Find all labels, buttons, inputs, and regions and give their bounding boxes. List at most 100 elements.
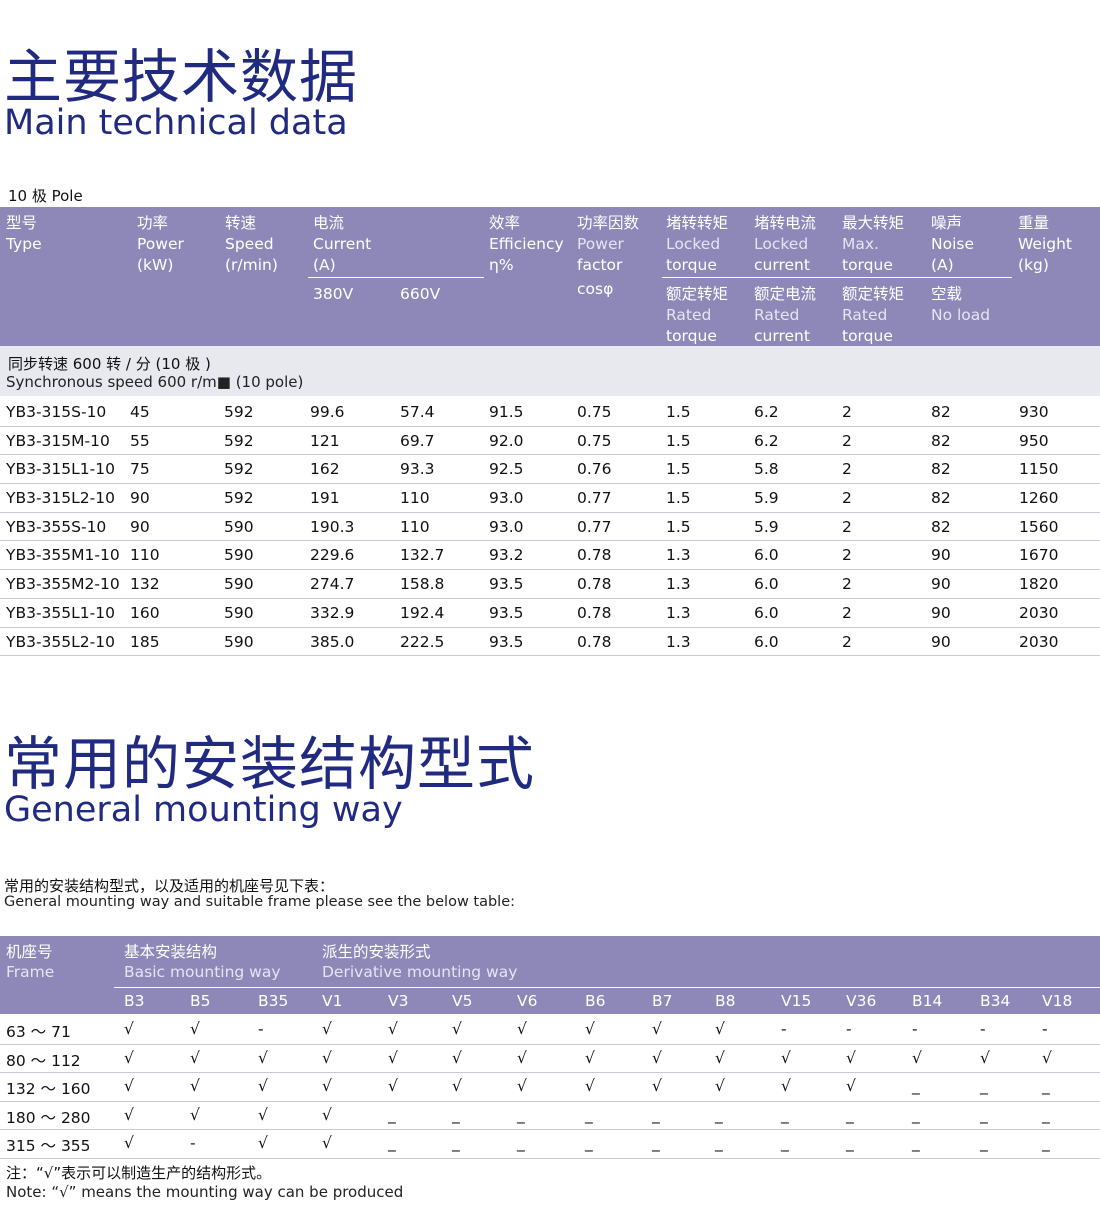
cell-current-380v: 162	[310, 460, 340, 479]
cell-locked-current-ratio: 6.0	[754, 546, 779, 565]
cell-mount-mark: √	[781, 1077, 791, 1096]
cell-mount-mark: _	[1042, 1105, 1050, 1124]
cell-efficiency: 92.0	[489, 431, 524, 450]
cell-current-380v: 99.6	[310, 403, 345, 421]
cell-mount-mark: √	[190, 1048, 200, 1067]
col-frame: 机座号 Frame	[6, 943, 55, 981]
table-row: 180 ～ 280 √ √ √ √ _ _ _ _ _ _ _ _ _ _ _	[0, 1102, 1100, 1131]
cell-locked-current-ratio: 6.2	[754, 431, 779, 450]
note-cn: 注：“√”表示可以制造生产的结构形式。	[6, 1164, 272, 1182]
cell-noise: 82	[931, 403, 951, 421]
cell-mount-mark: √	[846, 1077, 856, 1096]
cell-current-380v: 121	[310, 431, 340, 450]
cell-efficiency: 92.5	[489, 460, 524, 479]
cell-power: 90	[130, 489, 150, 508]
col-mount-v6: V6	[517, 992, 538, 1010]
cell-mount-mark: _	[846, 1105, 854, 1124]
section1-title-en: Main technical data	[4, 103, 348, 143]
cell-mount-mark: √	[124, 1048, 134, 1067]
cell-mount-mark: √	[388, 1048, 398, 1067]
cell-max-torque-ratio: 2	[842, 460, 852, 479]
cell-mount-mark: -	[258, 1020, 264, 1038]
cell-mount-mark: √	[258, 1134, 268, 1153]
cell-current-380v: 190.3	[310, 517, 355, 536]
col-mount-v3: V3	[388, 992, 409, 1010]
cell-mount-mark: _	[980, 1077, 988, 1096]
cell-power-factor: 0.77	[577, 489, 612, 508]
col-mount-v5: V5	[452, 992, 473, 1010]
cell-speed: 592	[224, 460, 254, 479]
section2-title-en: General mounting way	[4, 790, 403, 830]
cell-mount-mark: -	[912, 1020, 918, 1038]
cell-noise: 82	[931, 489, 951, 508]
cell-power: 55	[130, 431, 150, 450]
cell-locked-current-ratio: 6.2	[754, 403, 779, 421]
cell-type: YB3-355M2-10	[6, 575, 120, 594]
cell-mount-mark: _	[980, 1105, 988, 1124]
cell-type: YB3-355M1-10	[6, 546, 120, 565]
cell-mount-mark: _	[452, 1105, 460, 1124]
pole-label: 10 极 Pole	[8, 187, 83, 205]
cell-mount-mark: √	[452, 1077, 462, 1096]
cell-mount-mark: √	[517, 1077, 527, 1096]
cell-weight: 2030	[1019, 632, 1059, 651]
col-power: 功率 Power (kW)	[137, 214, 184, 274]
col-mount-v1: V1	[322, 992, 343, 1010]
cell-mount-mark: _	[912, 1134, 920, 1153]
col-mount-b6: B6	[585, 992, 606, 1010]
col-noise: 噪声 Noise (A)	[931, 214, 974, 274]
cell-power-factor: 0.75	[577, 431, 612, 450]
cell-current-380v: 191	[310, 489, 340, 508]
cell-current-660v: 93.3	[400, 460, 435, 479]
cell-mount-mark: √	[715, 1048, 725, 1067]
cell-mount-mark: _	[1042, 1134, 1050, 1153]
cell-max-torque-ratio: 2	[842, 603, 852, 622]
cell-speed: 590	[224, 546, 254, 565]
cell-mount-mark: _	[846, 1134, 854, 1153]
cell-efficiency: 91.5	[489, 403, 524, 421]
cell-current-660v: 57.4	[400, 403, 435, 421]
cell-mount-mark: √	[715, 1077, 725, 1096]
cell-mount-mark: √	[715, 1020, 725, 1038]
cell-mount-mark: √	[322, 1077, 332, 1096]
table-row: YB3-315L2-10 90 592 191 110 93.0 0.77 1.5 5.9 2 82…	[0, 484, 1100, 513]
cell-mount-mark: -	[781, 1020, 787, 1038]
cell-weight: 1150	[1019, 460, 1059, 479]
col-660v: 660V	[400, 285, 441, 303]
cell-mount-mark: √	[190, 1105, 200, 1124]
cell-mount-mark: _	[585, 1105, 593, 1124]
cell-mount-mark: _	[452, 1134, 460, 1153]
cell-speed: 592	[224, 403, 254, 421]
cell-mount-mark: √	[585, 1048, 595, 1067]
cell-mount-mark: √	[124, 1077, 134, 1096]
cell-mount-mark: √	[652, 1020, 662, 1038]
cell-mount-mark: _	[715, 1105, 723, 1124]
cell-locked-torque-ratio: 1.3	[666, 546, 691, 565]
cell-mount-mark: √	[517, 1020, 527, 1038]
col-mount-b5: B5	[190, 992, 211, 1010]
cell-mount-mark: √	[585, 1077, 595, 1096]
cell-mount-mark: √	[585, 1020, 595, 1038]
cell-current-380v: 274.7	[310, 575, 355, 594]
cell-noise: 82	[931, 431, 951, 450]
col-380v: 380V	[313, 285, 354, 303]
cell-locked-torque-ratio: 1.5	[666, 489, 691, 508]
col-rated-current: 额定电流 Rated current	[754, 285, 817, 345]
cell-mount-mark: √	[124, 1134, 134, 1153]
cell-power: 185	[130, 632, 160, 651]
col-weight: 重量 Weight (kg)	[1018, 214, 1073, 274]
cell-efficiency: 93.5	[489, 575, 524, 594]
cell-speed: 590	[224, 575, 254, 594]
cell-mount-mark: √	[322, 1020, 332, 1038]
col-derivative-mounting: 派生的安装形式 Derivative mounting way	[322, 943, 518, 981]
cell-noise: 90	[931, 546, 951, 565]
cell-max-torque-ratio: 2	[842, 489, 852, 508]
cell-mount-mark: √	[980, 1048, 990, 1067]
cell-max-torque-ratio: 2	[842, 431, 852, 450]
cell-locked-current-ratio: 6.0	[754, 575, 779, 594]
cell-locked-torque-ratio: 1.3	[666, 632, 691, 651]
section1-title-cn: 主要技术数据	[4, 43, 359, 111]
cell-noise: 90	[931, 575, 951, 594]
sync-speed-en: Synchronous speed 600 r/m■ (10 pole)	[6, 373, 304, 391]
cell-mount-mark: √	[652, 1048, 662, 1067]
